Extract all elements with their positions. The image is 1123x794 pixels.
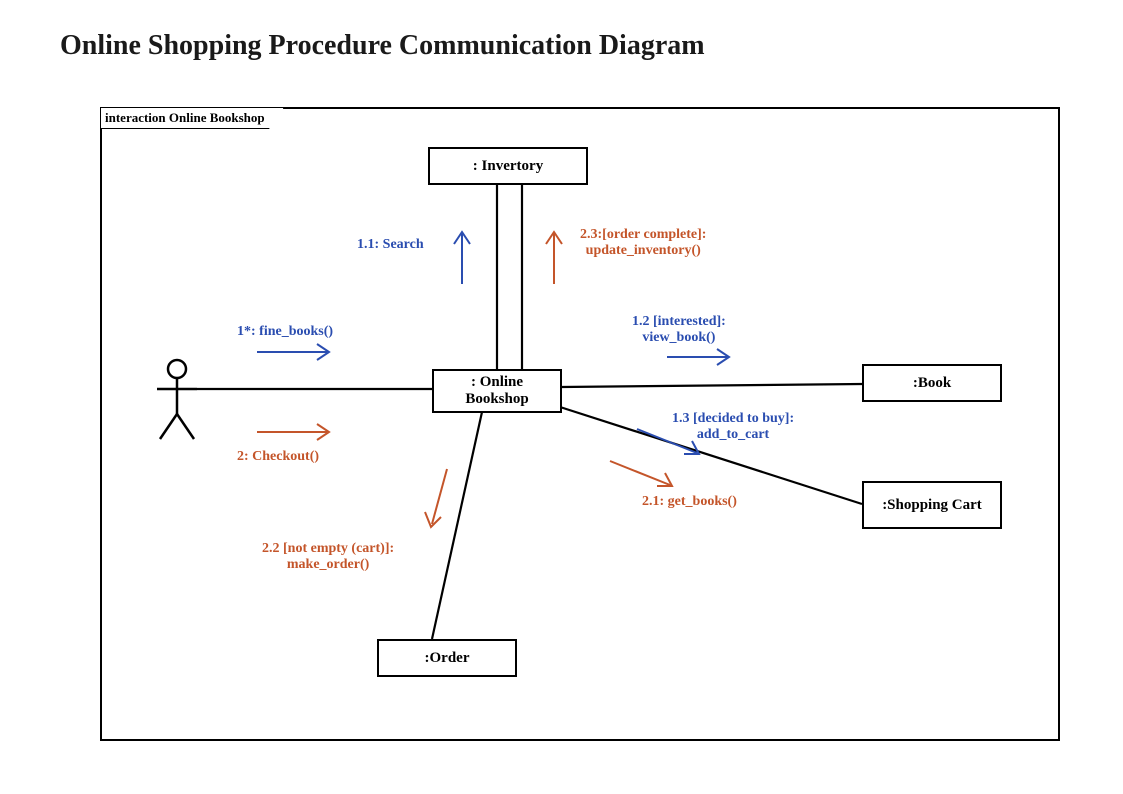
msg-update-inventory: 2.3:[order complete]: update_inventory() — [580, 227, 706, 259]
msg-update-inventory-line1: 2.3:[order complete]: — [580, 227, 706, 242]
arrow-get-books — [610, 461, 672, 486]
msg-add-to-cart-line2: add_to_cart — [697, 427, 769, 442]
object-inventory: : Invertory — [428, 147, 588, 185]
page-title: Online Shopping Procedure Communication … — [60, 30, 705, 62]
msg-fine-books: 1*: fine_books() — [237, 324, 333, 340]
msg-add-to-cart-line1: 1.3 [decided to buy]: — [672, 411, 794, 426]
msg-search: 1.1: Search — [357, 237, 424, 253]
object-online-bookshop: : Online Bookshop — [432, 369, 562, 413]
arrow-search — [454, 232, 470, 284]
object-book: :Book — [862, 364, 1002, 402]
arrow-update-inventory — [546, 232, 562, 284]
arrow-fine-books — [257, 344, 329, 360]
msg-make-order: 2.2 [not empty (cart)]: make_order() — [262, 541, 394, 573]
conn-bookshop-order — [432, 412, 482, 639]
arrow-checkout — [257, 424, 329, 440]
msg-view-book-line1: 1.2 [interested]: — [632, 314, 726, 329]
msg-view-book-line2: view_book() — [642, 330, 715, 345]
object-order: :Order — [377, 639, 517, 677]
frame-label: interaction Online Bookshop — [101, 108, 284, 129]
msg-update-inventory-line2: update_inventory() — [586, 243, 701, 258]
connector-canvas — [102, 109, 1058, 739]
msg-view-book: 1.2 [interested]: view_book() — [632, 314, 726, 346]
msg-make-order-line1: 2.2 [not empty (cart)]: — [262, 541, 394, 556]
msg-get-books: 2.1: get_books() — [642, 494, 737, 510]
msg-make-order-line2: make_order() — [287, 557, 369, 572]
conn-bookshop-book — [562, 384, 862, 387]
actor-icon — [157, 360, 197, 439]
msg-checkout: 2: Checkout() — [237, 449, 319, 465]
object-shopping-cart: :Shopping Cart — [862, 481, 1002, 529]
arrow-view-book — [667, 349, 729, 365]
arrow-make-order — [425, 469, 447, 527]
interaction-frame: interaction Online Bookshop — [100, 107, 1060, 741]
msg-add-to-cart: 1.3 [decided to buy]: add_to_cart — [672, 411, 794, 443]
